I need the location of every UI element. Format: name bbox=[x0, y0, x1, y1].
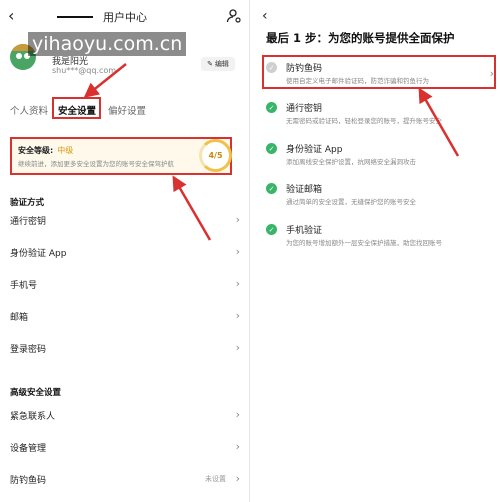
verify-item-auth-app[interactable]: 身份验证 App › bbox=[10, 245, 240, 260]
step-description: 无需密码或验证码，轻松登录您的账号，提升账号安全 bbox=[286, 117, 442, 125]
chevron-right-icon: › bbox=[235, 408, 240, 421]
back-icon[interactable]: ‹ bbox=[262, 8, 268, 24]
tab-preferences[interactable]: 偏好设置 bbox=[108, 103, 146, 117]
security-level: 安全等级: 中级 bbox=[18, 145, 73, 156]
chevron-right-icon: › bbox=[235, 245, 240, 258]
verify-item-email[interactable]: 邮箱 › bbox=[10, 309, 240, 324]
row-label: 设备管理 bbox=[10, 444, 47, 454]
row-value: 未设置 bbox=[205, 475, 226, 483]
advanced-item-anti-phishing[interactable]: 防钓鱼码 未设置 › bbox=[10, 472, 240, 487]
page-title: 用户中心 bbox=[103, 11, 147, 24]
security-level-value: 中级 bbox=[57, 146, 74, 155]
chevron-right-icon: › bbox=[235, 309, 240, 322]
user-email: shu***@qq.com bbox=[52, 66, 117, 75]
tab-highlight-box bbox=[52, 97, 101, 119]
check-circle-icon: ✓ bbox=[266, 143, 277, 154]
top-bar: ‹ 用户中心 bbox=[0, 0, 249, 34]
step-title: 手机验证 bbox=[286, 226, 323, 236]
tab-profile[interactable]: 个人资料 bbox=[10, 103, 48, 117]
verify-item-login-password[interactable]: 登录密码 › bbox=[10, 341, 240, 356]
row-label: 登录密码 bbox=[10, 345, 47, 355]
edit-label: 编辑 bbox=[214, 60, 229, 68]
chevron-right-icon: › bbox=[235, 213, 240, 226]
user-center-panel: ‹ 用户中心 我是阳光 shu***@qq.com ✎ 编辑 个人资料 安全设置… bbox=[0, 0, 250, 502]
chevron-right-icon: › bbox=[235, 472, 240, 485]
step-title: 身份验证 App bbox=[286, 145, 343, 155]
row-label: 紧急联系人 bbox=[10, 412, 56, 422]
edit-icon: ✎ bbox=[207, 60, 213, 68]
verify-item-phone[interactable]: 手机号 › bbox=[10, 277, 240, 292]
advanced-section-header: 高级安全设置 bbox=[10, 388, 62, 398]
step-phone-verification: ✓ 手机验证 为您的账号增加额外一层安全保护措施，助您找回账号 bbox=[266, 223, 494, 247]
step-description: 为您的账号增加额外一层安全保护措施，助您找回账号 bbox=[286, 239, 442, 247]
row-label: 手机号 bbox=[10, 281, 38, 291]
user-settings-icon[interactable] bbox=[226, 8, 242, 24]
check-circle-icon: ✓ bbox=[266, 102, 277, 113]
security-score: 4/5 bbox=[199, 139, 232, 172]
row-label: 身份验证 App bbox=[10, 249, 67, 259]
active-tab-indicator bbox=[57, 16, 93, 18]
watermark: yihaoyu.com.cn bbox=[28, 32, 187, 56]
advanced-item-device-management[interactable]: 设备管理 › bbox=[10, 440, 240, 455]
step-description: 添加离线安全保护设置，抗网络安全漏洞攻击 bbox=[286, 158, 416, 166]
edit-button[interactable]: ✎ 编辑 bbox=[201, 57, 235, 71]
steps-title: 最后 1 步：为您的账号提供全面保护 bbox=[266, 31, 455, 45]
step-verify-email: ✓ 验证邮箱 通过简单的安全设置，无缝保护您的账号安全 bbox=[266, 182, 494, 206]
verify-item-passkey[interactable]: 通行密钥 › bbox=[10, 213, 240, 228]
row-label: 防钓鱼码 bbox=[10, 476, 47, 486]
row-label: 邮箱 bbox=[10, 313, 29, 323]
step-highlight-box bbox=[262, 55, 496, 89]
advanced-item-emergency-contact[interactable]: 紧急联系人 › bbox=[10, 408, 240, 423]
verify-section-header: 验证方式 bbox=[10, 198, 45, 208]
check-circle-icon: ✓ bbox=[266, 183, 277, 194]
step-passkey: ✓ 通行密钥 无需密码或验证码，轻松登录您的账号，提升账号安全 bbox=[266, 101, 494, 125]
step-title: 验证邮箱 bbox=[286, 185, 323, 195]
security-description: 继续前进，添加更多安全设置为您的账号安全保驾护航 bbox=[18, 160, 174, 168]
check-circle-icon: ✓ bbox=[266, 224, 277, 235]
step-auth-app: ✓ 身份验证 App 添加离线安全保护设置，抗网络安全漏洞攻击 bbox=[266, 142, 494, 166]
chevron-right-icon: › bbox=[235, 341, 240, 354]
step-description: 通过简单的安全设置，无缝保护您的账号安全 bbox=[286, 198, 416, 206]
security-level-label: 安全等级: bbox=[18, 146, 54, 155]
row-label: 通行密钥 bbox=[10, 217, 47, 227]
chevron-right-icon: › bbox=[235, 277, 240, 290]
step-title: 通行密钥 bbox=[286, 104, 323, 114]
chevron-right-icon: › bbox=[235, 440, 240, 453]
security-steps-panel: ‹ 最后 1 步：为您的账号提供全面保护 ✓ 防钓鱼码 使用自定义电子邮件验证码… bbox=[252, 0, 500, 502]
